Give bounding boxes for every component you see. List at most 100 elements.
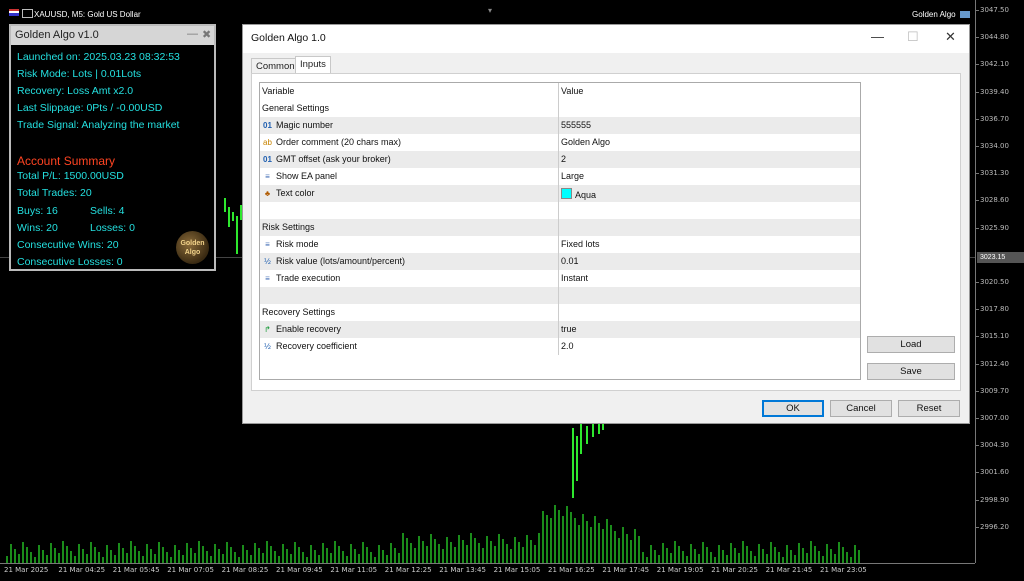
param-row[interactable]: ↱ Enable recovery true xyxy=(260,321,860,338)
price-tick xyxy=(976,309,979,311)
value-cell[interactable]: Large xyxy=(561,171,584,181)
volume-bar xyxy=(854,545,856,563)
ok-button[interactable]: OK xyxy=(762,400,824,417)
close-button[interactable]: ✕ xyxy=(945,29,956,45)
volume-bar xyxy=(738,553,740,563)
price-candle xyxy=(576,436,578,481)
param-row[interactable]: ½ Recovery coefficient 2.0 xyxy=(260,338,860,355)
volume-bar xyxy=(822,556,824,563)
param-row[interactable]: 01 Magic number 555555 xyxy=(260,117,860,134)
tab-inputs[interactable]: Inputs xyxy=(295,56,331,74)
volume-bar xyxy=(606,518,608,563)
param-row[interactable]: ≡ Trade execution Instant xyxy=(260,270,860,287)
param-row[interactable]: ♣ Text color Aqua xyxy=(260,185,860,202)
reset-button[interactable]: Reset xyxy=(898,400,960,417)
volume-bar xyxy=(266,541,268,563)
volume-bar xyxy=(818,551,820,563)
ea-properties-dialog[interactable]: Golden Algo 1.0 — ☐ ✕ Common Inputs Vari… xyxy=(242,24,970,424)
value-text: 2.0 xyxy=(561,341,574,351)
value-text: Golden Algo xyxy=(561,137,611,147)
golden-algo-logo: Golden Algo xyxy=(176,231,209,264)
close-icon[interactable]: ✖ xyxy=(202,28,211,41)
column-separator xyxy=(558,287,559,304)
price-axis[interactable]: 3023.15 3047.50 3044.80 3042.10 3039.40 3036… xyxy=(975,0,1024,563)
volume-bar xyxy=(82,549,84,563)
value-cell[interactable]: 2.0 xyxy=(561,341,574,351)
section-row: Recovery Settings xyxy=(260,304,860,321)
volume-bar xyxy=(634,529,636,563)
load-button[interactable]: Load xyxy=(867,336,955,353)
volume-bar xyxy=(106,545,108,563)
volume-bar xyxy=(742,541,744,563)
param-row[interactable]: 01 GMT offset (ask your broker) 2 xyxy=(260,151,860,168)
volume-bar xyxy=(762,549,764,563)
column-separator xyxy=(558,270,559,287)
minimize-icon[interactable]: — xyxy=(187,28,198,40)
value-cell[interactable]: Instant xyxy=(561,273,588,283)
volume-bar xyxy=(702,542,704,563)
tab-common[interactable]: Common xyxy=(251,58,300,74)
value-cell[interactable]: Aqua xyxy=(561,188,596,200)
variable-column-header[interactable]: Variable xyxy=(262,86,294,96)
save-button[interactable]: Save xyxy=(867,363,955,380)
ea-label[interactable]: Golden Algo xyxy=(912,10,970,19)
price-label: 3025.90 xyxy=(980,223,1009,232)
price-label: 3028.60 xyxy=(980,196,1009,205)
volume-bar xyxy=(838,542,840,563)
price-label: 3017.80 xyxy=(980,305,1009,314)
variable-cell: Recovery Settings xyxy=(262,307,335,317)
volume-bar xyxy=(186,543,188,563)
volume-bar xyxy=(218,549,220,563)
volume-bar xyxy=(678,546,680,563)
maximize-button[interactable]: ☐ xyxy=(907,29,919,45)
symbol-flag-icon xyxy=(9,9,19,16)
volume-bar xyxy=(658,555,660,563)
slippage-text: Last Slippage: 0Pts / -0.00USD xyxy=(17,102,163,114)
value-cell[interactable]: true xyxy=(561,324,577,334)
value-text: 555555 xyxy=(561,120,592,130)
ea-info-panel[interactable]: Golden Algo v1.0 — ✖ Launched on: 2025.0… xyxy=(9,24,216,271)
chevron-down-icon[interactable]: ▾ xyxy=(488,6,492,15)
column-separator xyxy=(558,338,559,355)
volume-bar xyxy=(474,538,476,563)
enum-icon: ≡ xyxy=(265,274,270,283)
volume-bar xyxy=(358,554,360,563)
dialog-titlebar[interactable]: Golden Algo 1.0 — ☐ ✕ xyxy=(243,25,969,53)
value-cell[interactable]: Golden Algo xyxy=(561,137,610,147)
current-price-label: 3023.15 xyxy=(977,252,1024,263)
volume-bar xyxy=(538,533,540,563)
time-axis[interactable]: 21 Mar 2025 21 Mar 04:25 21 Mar 05:45 21 Ma… xyxy=(0,563,975,581)
column-separator xyxy=(558,202,559,219)
value-cell[interactable]: 2 xyxy=(561,154,566,164)
param-row[interactable]: ab Order comment (20 chars max) Golden Alg… xyxy=(260,134,860,151)
value-cell[interactable]: 0.01 xyxy=(561,256,579,266)
value-column-header[interactable]: Value xyxy=(561,86,583,96)
variable-label: Show EA panel xyxy=(276,171,338,181)
inputs-table[interactable]: Variable Value General Settings 01 Magic n… xyxy=(259,82,861,380)
value-text: 0.01 xyxy=(561,256,579,266)
value-cell[interactable]: 555555 xyxy=(561,120,591,130)
value-text: true xyxy=(561,324,577,334)
param-row[interactable]: ≡ Show EA panel Large xyxy=(260,168,860,185)
price-label: 3020.50 xyxy=(980,278,1009,286)
time-label: 21 Mar 21:45 xyxy=(765,566,813,574)
volume-bar xyxy=(206,551,208,563)
column-separator xyxy=(558,253,559,270)
minimize-button[interactable]: — xyxy=(871,29,884,44)
volume-bar xyxy=(558,509,560,563)
panel-header[interactable]: Golden Algo v1.0 — ✖ xyxy=(11,26,214,45)
volume-bar xyxy=(546,514,548,563)
volume-bar xyxy=(202,546,204,563)
cancel-button[interactable]: Cancel xyxy=(830,400,892,417)
variable-label: Risk mode xyxy=(276,239,319,249)
bool-icon: ↱ xyxy=(264,325,271,334)
value-cell[interactable]: Fixed lots xyxy=(561,239,600,249)
volume-bar xyxy=(410,543,412,563)
volume-bar xyxy=(98,552,100,563)
volume-bar xyxy=(542,510,544,563)
param-row[interactable]: ½ Risk value (lots/amount/percent) 0.01 xyxy=(260,253,860,270)
param-row[interactable]: ≡ Risk mode Fixed lots xyxy=(260,236,860,253)
variable-label: GMT offset (ask your broker) xyxy=(276,154,391,164)
variable-cell: ≡ Risk mode xyxy=(262,239,319,249)
time-label: 21 Mar 05:45 xyxy=(112,566,160,574)
